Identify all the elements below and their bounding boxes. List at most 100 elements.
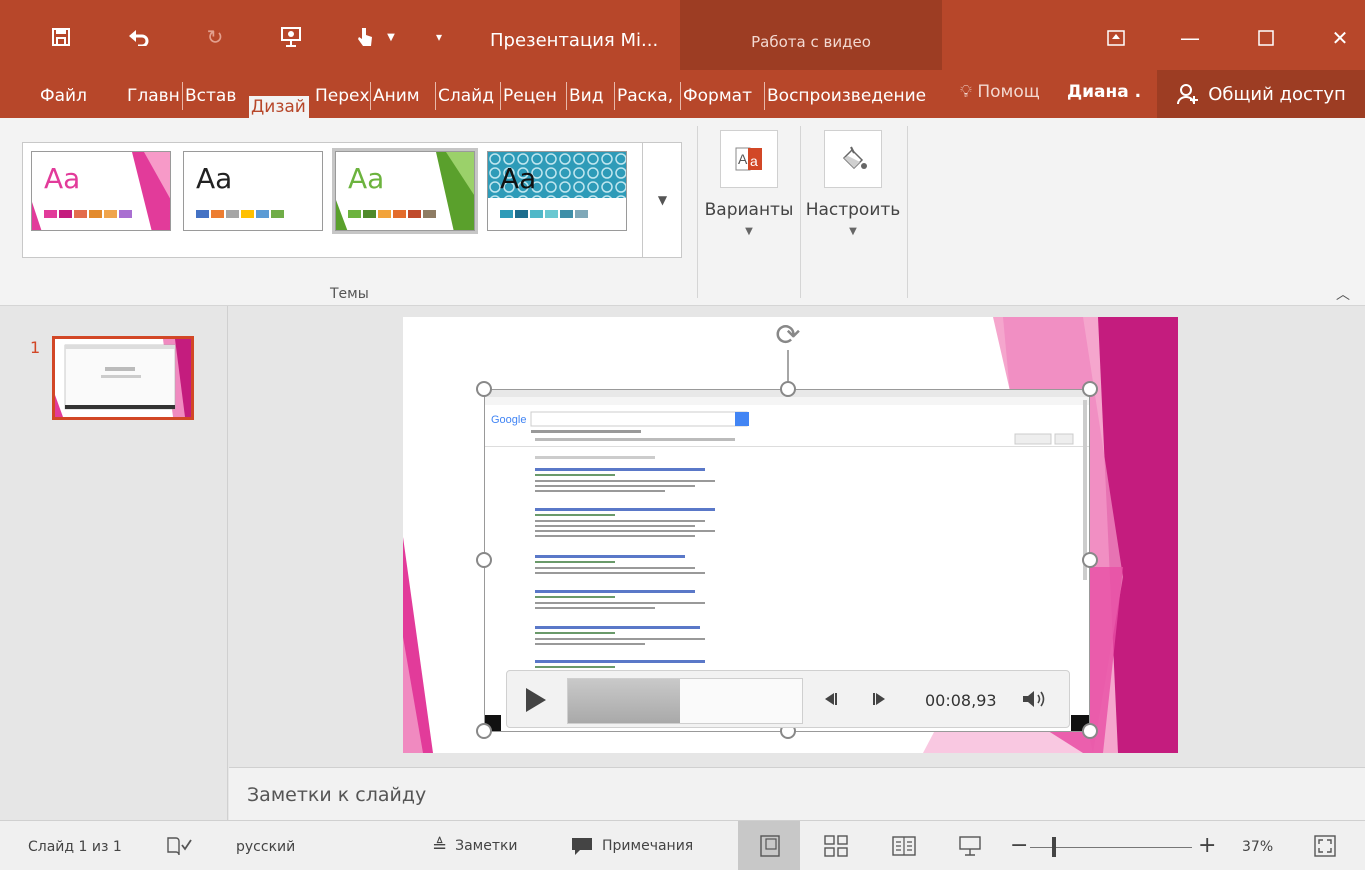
spelling-check-icon[interactable]	[166, 829, 192, 863]
share-button[interactable]: Общий доступ	[1157, 70, 1365, 118]
theme-sample-text: Aa	[500, 162, 537, 195]
variants-icon: Aa	[720, 130, 778, 188]
resize-handle-bottom-right[interactable]	[1082, 723, 1098, 739]
theme-thumbnail-4[interactable]: Aa	[487, 151, 627, 231]
theme-color-bars	[44, 210, 132, 218]
theme-sample-text: Aa	[348, 162, 385, 195]
slide-thumbnail-number: 1	[30, 338, 41, 357]
slideshow-view-icon[interactable]	[958, 829, 982, 863]
zoom-level[interactable]: 37%	[1242, 839, 1273, 855]
slide-thumbnail-1[interactable]	[52, 336, 194, 420]
close-icon[interactable]: ✕	[1320, 20, 1360, 56]
language-indicator[interactable]: русский	[236, 839, 295, 855]
resize-handle-right[interactable]	[1082, 552, 1098, 568]
media-progress-fill	[568, 679, 681, 723]
tab-view[interactable]: Вид	[566, 82, 612, 110]
step-back-icon[interactable]	[819, 687, 841, 711]
format-background-icon	[824, 130, 882, 188]
user-account[interactable]: Диана .	[1067, 82, 1141, 102]
share-person-icon	[1177, 84, 1199, 105]
minimize-icon[interactable]: —	[1170, 20, 1210, 56]
theme-thumbnail-2[interactable]: Aa	[183, 151, 323, 231]
tab-file[interactable]: Файл	[38, 82, 94, 110]
ribbon-design: Aa Aa Aa Aa ▼ Темы	[0, 118, 1365, 306]
svg-text:A: A	[738, 151, 748, 167]
theme-sample-text: Aa	[44, 162, 81, 195]
theme-color-bars	[500, 210, 588, 218]
lightbulb-icon: 💡︎	[960, 82, 972, 102]
customize-quick-access-icon[interactable]: ▾	[424, 22, 454, 52]
resize-handle-bottom-left[interactable]	[476, 723, 492, 739]
volume-icon[interactable]	[1021, 687, 1051, 711]
tab-storyboarding[interactable]: Раска,	[614, 82, 678, 110]
tab-animations[interactable]: Аним	[370, 82, 432, 110]
notes-pane[interactable]: Заметки к слайду	[229, 767, 1365, 820]
notes-toggle-button[interactable]: ≜ Заметки	[432, 829, 518, 863]
theme-sample-text: Aa	[196, 162, 233, 195]
notes-icon: ≜	[432, 835, 448, 857]
tab-transitions[interactable]: Перех	[313, 82, 369, 110]
themes-gallery: Aa Aa Aa Aa	[22, 142, 682, 258]
themes-gallery-more-icon[interactable]: ▼	[642, 142, 682, 258]
view-normal-button[interactable]	[738, 821, 800, 870]
slide-sorter-icon[interactable]	[824, 829, 848, 863]
help-label: Помощ	[977, 82, 1040, 102]
ribbon-group-divider	[907, 126, 908, 298]
resize-handle-top[interactable]	[780, 381, 796, 397]
zoom-slider-thumb[interactable]	[1052, 837, 1056, 857]
status-bar: Слайд 1 из 1 русский ≜ Заметки Примечани…	[0, 820, 1365, 870]
variants-label: Варианты	[704, 200, 794, 220]
tab-slideshow[interactable]: Слайд	[435, 82, 497, 110]
comments-toggle-label: Примечания	[602, 838, 694, 854]
variants-dropdown-icon: ▼	[745, 226, 753, 237]
zoom-in-icon[interactable]: +	[1198, 833, 1216, 858]
share-label: Общий доступ	[1208, 83, 1346, 105]
tell-me-help[interactable]: 💡︎ Помощ	[960, 82, 1040, 102]
tab-format[interactable]: Формат	[680, 82, 762, 110]
media-controls: 00:08,93	[506, 670, 1070, 728]
save-icon[interactable]	[46, 22, 76, 52]
touch-mode-dropdown-icon[interactable]: ▼	[376, 22, 406, 52]
customize-button[interactable]: Настроить ▼	[803, 130, 903, 237]
tab-review[interactable]: Рецен	[500, 82, 564, 110]
tab-home[interactable]: Главн	[125, 82, 180, 110]
ribbon-display-options-icon[interactable]	[1096, 20, 1136, 56]
customize-dropdown-icon: ▼	[849, 226, 857, 237]
zoom-out-icon[interactable]: −	[1010, 833, 1028, 858]
media-progress-bar[interactable]	[567, 678, 803, 724]
resize-handle-top-left[interactable]	[476, 381, 492, 397]
notes-placeholder: Заметки к слайду	[247, 784, 427, 806]
ribbon-group-divider	[800, 126, 801, 298]
variants-button[interactable]: Aa Варианты ▼	[699, 130, 799, 237]
step-forward-icon[interactable]	[869, 687, 891, 711]
tab-playback[interactable]: Воспроизведение	[764, 82, 942, 110]
resize-handle-top-right[interactable]	[1082, 381, 1098, 397]
rotate-handle-icon[interactable]: ⟳	[770, 318, 806, 354]
theme-color-bars	[196, 210, 284, 218]
reading-view-icon[interactable]	[892, 829, 916, 863]
group-label-themes: Темы	[330, 286, 369, 302]
theme-thumbnail-1[interactable]: Aa	[31, 151, 171, 231]
slide-thumbnails-pane: 1	[0, 306, 228, 820]
theme-color-bars	[348, 210, 436, 218]
normal-view-icon	[760, 835, 780, 857]
redo-icon[interactable]: ↻	[200, 22, 230, 52]
customize-label: Настроить	[805, 200, 901, 220]
media-time: 00:08,93	[925, 691, 997, 710]
theme-thumbnail-3[interactable]: Aa	[332, 148, 478, 234]
tab-insert[interactable]: Встав	[182, 82, 244, 110]
context-tab-group-label: Работа с видео	[751, 33, 871, 51]
maximize-icon[interactable]	[1246, 20, 1286, 56]
notes-toggle-label: Заметки	[455, 838, 518, 854]
collapse-ribbon-icon[interactable]: ︿	[1336, 284, 1350, 304]
slide-counter: Слайд 1 из 1	[28, 839, 122, 855]
comments-toggle-button[interactable]: Примечания	[570, 829, 693, 863]
present-from-start-icon[interactable]	[276, 22, 306, 52]
document-title: Презентация Mi...	[490, 30, 659, 51]
play-icon[interactable]	[521, 685, 551, 715]
fit-to-window-icon[interactable]	[1314, 829, 1336, 863]
undo-icon[interactable]	[124, 22, 154, 52]
resize-handle-left[interactable]	[476, 552, 492, 568]
ribbon-group-divider	[697, 126, 698, 298]
svg-text:Google: Google	[491, 414, 526, 426]
